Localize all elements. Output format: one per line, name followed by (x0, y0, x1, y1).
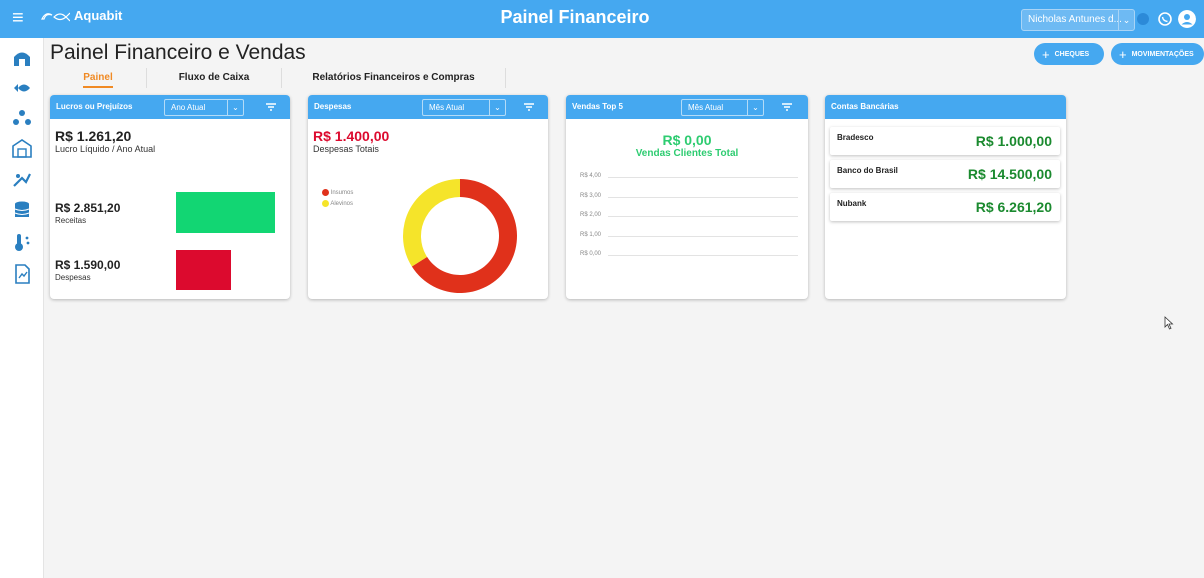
expenses-total-value: R$ 1.400,00 (313, 128, 390, 144)
period-select[interactable]: Ano Atual ⌄ (164, 99, 244, 116)
sales-total-label: Vendas Clientes Total (635, 148, 739, 159)
period-select[interactable]: Mês Atual ⌄ (422, 99, 506, 116)
tab-fluxo-de-caixa[interactable]: Fluxo de Caixa (147, 68, 282, 88)
card-title: Vendas Top 5 (572, 102, 623, 111)
user-select[interactable]: Nicholas Antunes d... ⌄ (1021, 9, 1135, 31)
bank-row[interactable]: Nubank R$ 6.261,20 (830, 193, 1060, 221)
cheques-button[interactable]: + CHEQUES (1034, 43, 1104, 65)
chevron-down-icon: ⌄ (227, 100, 243, 115)
expense-bar (176, 250, 231, 290)
bank-balance: R$ 1.000,00 (975, 133, 1052, 149)
period-value: Mês Atual (688, 103, 724, 112)
tab-relatorios[interactable]: Relatórios Financeiros e Compras (282, 68, 506, 88)
bank-row[interactable]: Banco do Brasil R$ 14.500,00 (830, 160, 1060, 188)
chevron-down-icon: ⌄ (747, 100, 763, 115)
net-profit-label: Lucro Líquido / Ano Atual (55, 144, 156, 154)
mouse-cursor-icon (1164, 316, 1174, 330)
movimentacoes-label: MOVIMENTAÇÕES (1131, 50, 1194, 58)
expenses-total-label: Despesas Totais (313, 144, 379, 154)
card-title: Contas Bancárias (831, 102, 899, 111)
plus-icon: + (1042, 46, 1050, 62)
revenue-label: Receitas (55, 216, 87, 225)
card-header: Vendas Top 5 Mês Atual ⌄ (566, 95, 808, 119)
card-header: Contas Bancárias (825, 95, 1066, 119)
expense-label: Despesas (55, 273, 91, 282)
y-tick-label: R$ 3,00 (580, 192, 602, 199)
sidebar (0, 38, 44, 578)
sales-total-value: R$ 0,00 (662, 132, 712, 148)
app-title: Painel Financeiro (500, 7, 650, 27)
bank-name: Banco do Brasil (837, 166, 898, 175)
filter-icon[interactable] (264, 100, 278, 114)
revenue-bar (176, 192, 275, 233)
farm-icon[interactable] (12, 48, 32, 68)
y-tick-label: R$ 1,00 (580, 231, 602, 238)
legend-label: Alevinos (330, 201, 354, 208)
grid-line (608, 235, 798, 237)
revenue-value: R$ 2.851,20 (55, 201, 121, 215)
database-icon[interactable] (12, 200, 32, 220)
fish-icon[interactable] (12, 78, 32, 98)
card-title: Lucros ou Prejuízos (56, 102, 133, 111)
net-profit-value: R$ 1.261,20 (55, 128, 132, 144)
expense-value: R$ 1.590,00 (55, 258, 121, 272)
feeding-icon[interactable] (12, 170, 32, 190)
bank-balance: R$ 14.500,00 (967, 166, 1052, 182)
report-icon[interactable] (12, 264, 32, 284)
donut-slice-alevinos[interactable] (403, 179, 460, 267)
period-value: Mês Atual (429, 103, 465, 112)
legend-label: Insumos (330, 190, 354, 197)
bank-row[interactable]: Bradesco R$ 1.000,00 (830, 127, 1060, 155)
user-name: Nicholas Antunes d... (1028, 14, 1122, 25)
expenses-donut-chart (403, 179, 517, 293)
grid-line (608, 177, 798, 178)
plus-icon: + (1119, 46, 1127, 62)
filter-icon[interactable] (780, 100, 794, 114)
user-profile-icon[interactable] (1178, 10, 1196, 28)
tab-bar: Painel Fluxo de Caixa Relatórios Finance… (50, 68, 506, 90)
chevron-down-icon: ⌄ (1118, 10, 1134, 30)
grid-line (608, 255, 798, 256)
filter-icon[interactable] (522, 100, 536, 114)
tab-painel[interactable]: Painel (50, 68, 147, 88)
tab-label: Relatórios Financeiros e Compras (312, 72, 475, 83)
y-tick-label: R$ 2,00 (580, 212, 602, 218)
movimentacoes-button[interactable]: + MOVIMENTAÇÕES (1111, 43, 1204, 65)
clusters-icon[interactable] (12, 108, 32, 128)
status-dot-icon (1137, 13, 1149, 25)
tab-label: Painel (83, 72, 113, 88)
bank-name: Nubank (837, 199, 867, 208)
top-bar: ≡ Aquabit Painel Financeiro Nicholas Ant… (0, 0, 1204, 38)
y-tick-label: R$ 4,00 (580, 173, 602, 179)
whatsapp-icon[interactable] (1157, 11, 1173, 27)
cheques-label: CHEQUES (1054, 50, 1090, 58)
page-title: Painel Financeiro e Vendas (50, 41, 306, 64)
warehouse-icon[interactable] (12, 138, 32, 158)
grid-line (608, 196, 798, 198)
card-despesas: Despesas Mês Atual ⌄ R$ 1.400,00 Despesa… (308, 95, 548, 299)
card-header: Lucros ou Prejuízos Ano Atual ⌄ (50, 95, 290, 119)
tab-label: Fluxo de Caixa (178, 72, 250, 83)
period-value: Ano Atual (171, 103, 206, 112)
chevron-down-icon: ⌄ (489, 100, 505, 115)
card-title: Despesas (314, 102, 352, 111)
period-select[interactable]: Mês Atual ⌄ (681, 99, 764, 116)
grid-line (608, 216, 798, 217)
bank-balance: R$ 6.261,20 (975, 199, 1052, 215)
thermometer-icon[interactable] (12, 232, 32, 252)
card-lucros-prejuizos: Lucros ou Prejuízos Ano Atual ⌄ R$ 1.261… (50, 95, 290, 299)
card-contas-bancarias: Contas Bancárias Bradesco R$ 1.000,00 Ba… (825, 95, 1066, 299)
bank-name: Bradesco (837, 133, 874, 142)
y-tick-label: R$ 0,00 (580, 251, 602, 257)
card-vendas-top5: Vendas Top 5 Mês Atual ⌄ R$ 0,00 Vendas … (566, 95, 808, 299)
legend-item-alevinos[interactable]: Alevinos (322, 200, 353, 207)
legend-item-insumos[interactable]: Insumos (322, 189, 353, 196)
card-header: Despesas Mês Atual ⌄ (308, 95, 548, 119)
chart-legend: Insumos Alevinos (322, 189, 353, 207)
